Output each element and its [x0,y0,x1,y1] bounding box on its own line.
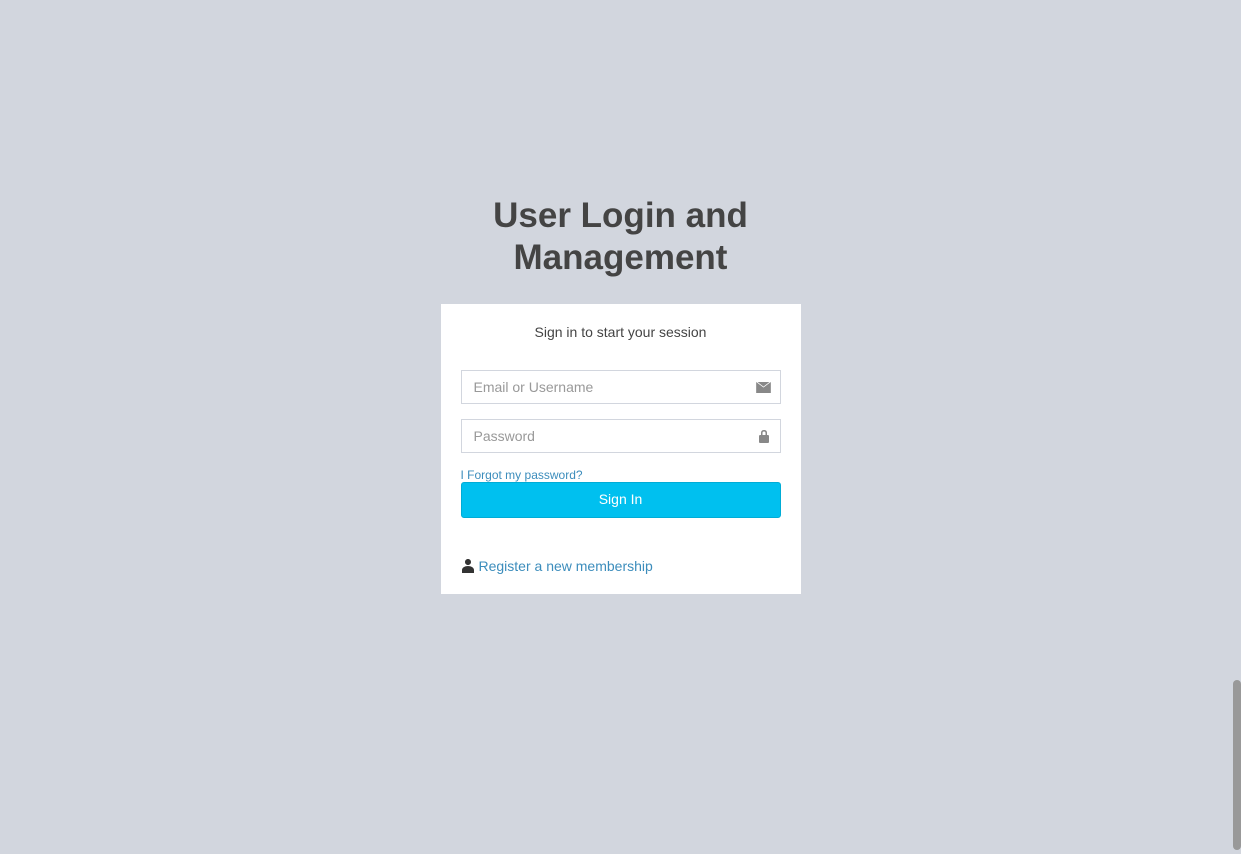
register-label: Register a new membership [479,558,653,574]
email-group [461,370,781,404]
scrollbar-thumb[interactable] [1233,680,1241,850]
password-group [461,419,781,453]
login-box: User Login and Management Sign in to sta… [441,0,801,594]
forgot-password-link[interactable]: I Forgot my password? [461,468,781,482]
signin-button[interactable]: Sign In [461,482,781,518]
login-card: Sign in to start your session I Forgot m… [441,304,801,594]
user-icon [461,559,475,573]
page-title: User Login and Management [441,195,801,279]
email-input[interactable] [461,370,781,404]
password-input[interactable] [461,419,781,453]
login-subtitle: Sign in to start your session [461,324,781,350]
register-link[interactable]: Register a new membership [461,558,781,574]
